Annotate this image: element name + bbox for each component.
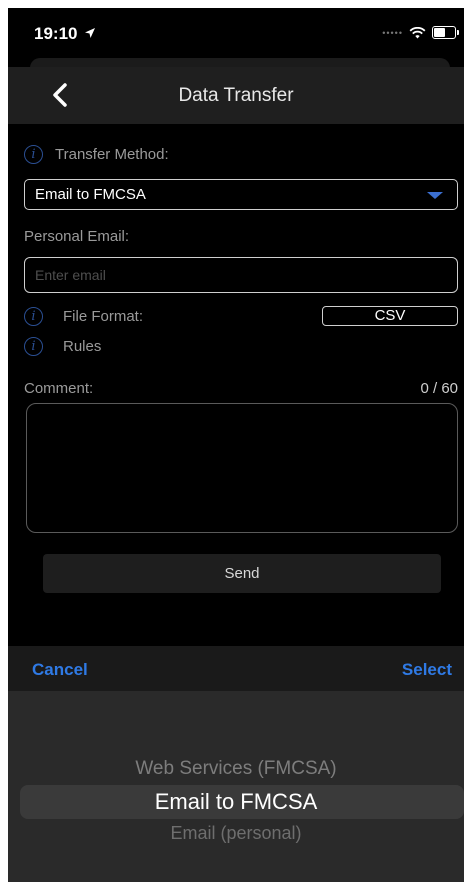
transfer-form: i Transfer Method: Email to FMCSA Person… — [8, 124, 464, 654]
transfer-method-row: i Transfer Method: — [24, 145, 169, 164]
personal-email-row: Personal Email: — [24, 228, 129, 245]
battery-level — [434, 28, 445, 37]
comment-label: Comment: — [24, 380, 94, 397]
select-button[interactable]: Select — [402, 660, 452, 680]
status-time: 19:10 — [34, 24, 78, 43]
comment-char-count: 0 / 60 — [420, 380, 458, 397]
page-title: Data Transfer — [178, 85, 294, 106]
wifi-icon — [409, 26, 426, 38]
comment-textarea[interactable] — [26, 403, 458, 533]
file-format-row: i File Format: — [24, 307, 143, 326]
rules-label: Rules — [63, 338, 102, 355]
personal-email-label: Personal Email: — [24, 228, 130, 245]
status-indicators: ••••• — [382, 26, 459, 39]
rules-row[interactable]: i Rules — [24, 337, 101, 356]
picker-wheel[interactable]: Web Services (FMCSA) Email to FMCSA Emai… — [8, 691, 464, 882]
info-icon[interactable]: i — [24, 307, 43, 326]
file-format-label: File Format: — [63, 308, 144, 325]
picker-option[interactable]: Web Services (FMCSA) — [8, 758, 464, 780]
picker-option[interactable]: Email (personal) — [8, 823, 464, 844]
picker-toolbar: Cancel Select — [8, 646, 464, 691]
battery-icon — [432, 26, 459, 39]
dropdown-arrow-icon — [427, 192, 443, 199]
cellular-signal-icon: ••••• — [382, 27, 403, 38]
info-icon[interactable]: i — [24, 145, 43, 164]
status-bar: 19:10 ••••• — [8, 8, 464, 56]
info-icon[interactable]: i — [24, 337, 43, 356]
transfer-method-label: Transfer Method: — [55, 146, 169, 163]
send-button[interactable]: Send — [43, 554, 441, 593]
cancel-button[interactable]: Cancel — [32, 660, 88, 680]
file-format-value[interactable]: CSV — [322, 306, 458, 326]
picker-option-selected[interactable]: Email to FMCSA — [8, 789, 464, 815]
nav-bar: Data Transfer — [8, 67, 464, 124]
transfer-method-value: Email to FMCSA — [35, 186, 146, 203]
email-field[interactable] — [24, 257, 458, 293]
location-arrow-icon — [85, 28, 95, 38]
comment-label-row: Comment: — [24, 380, 93, 397]
transfer-method-select[interactable]: Email to FMCSA — [24, 179, 458, 210]
phone-screen: 19:10 ••••• Data Transfer i Transfer Met… — [8, 8, 464, 882]
